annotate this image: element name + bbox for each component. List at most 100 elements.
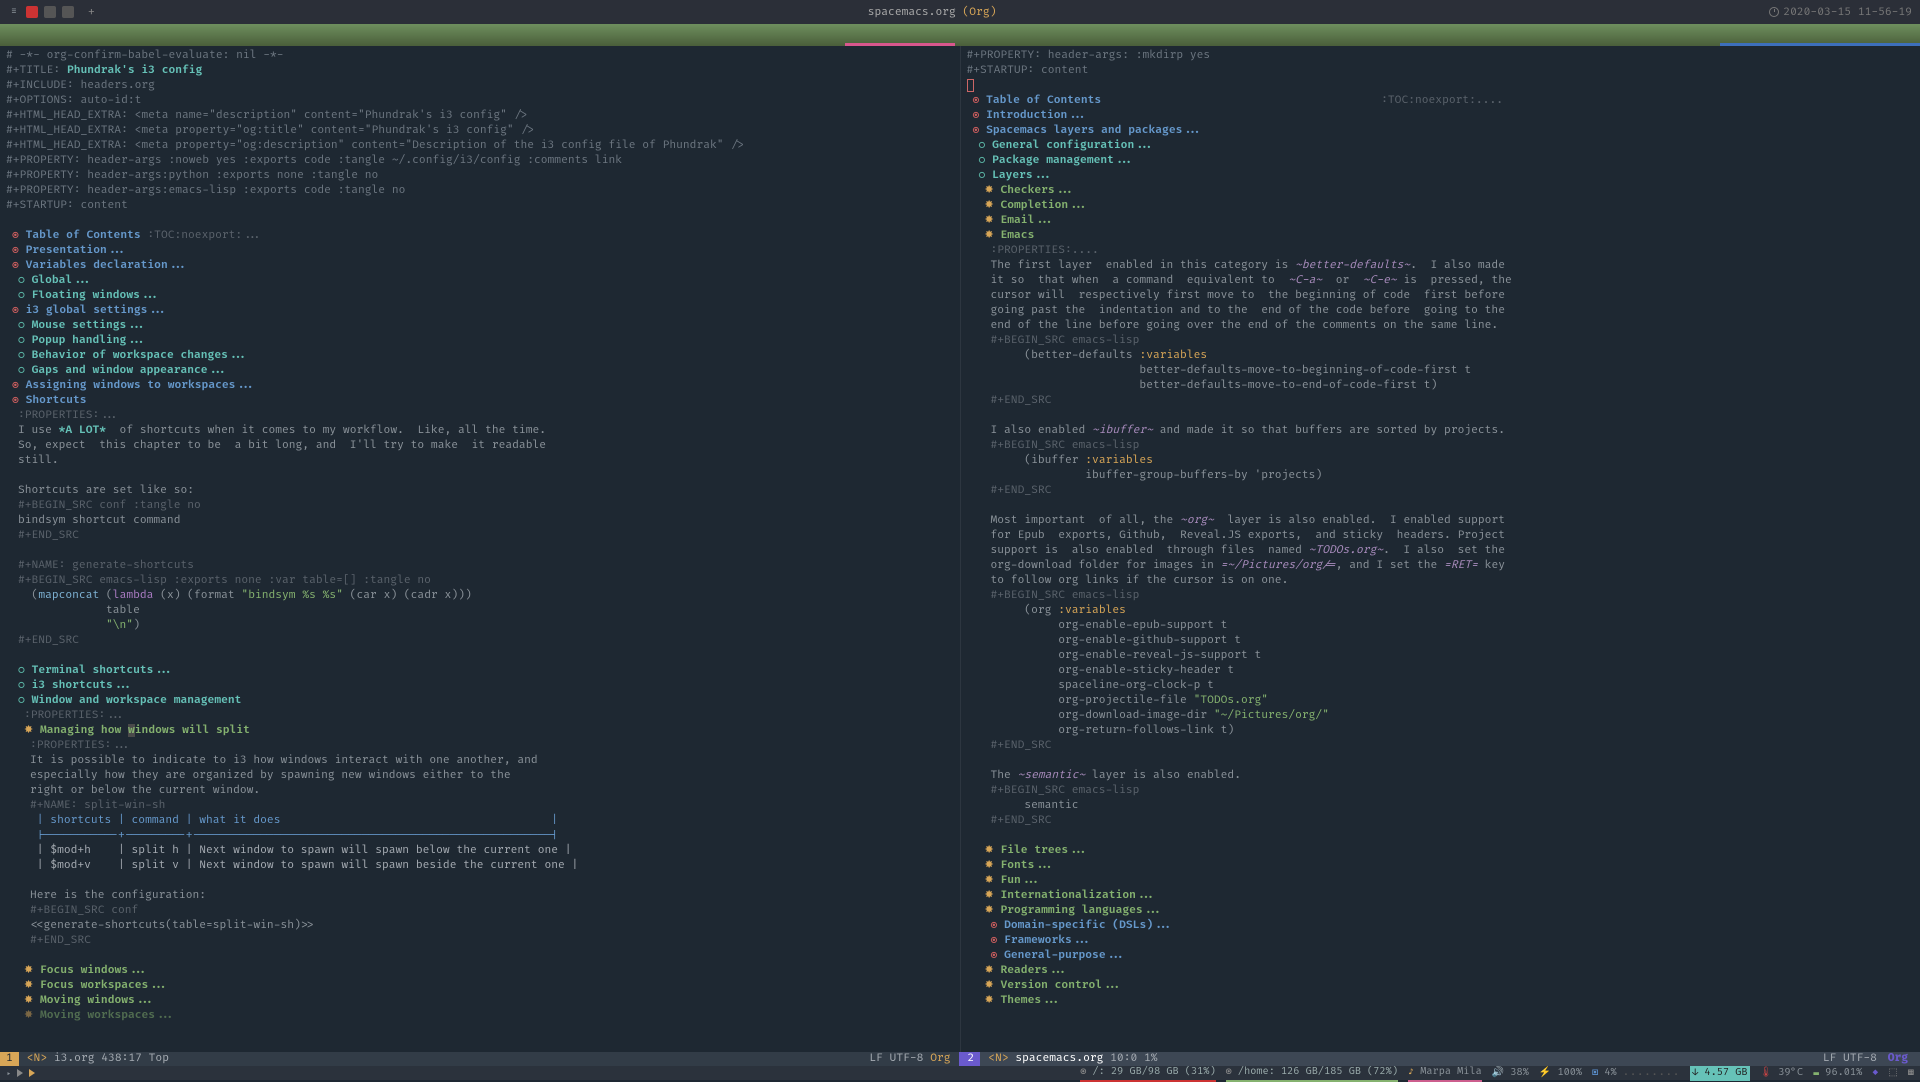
text: support is also enabled through files na… [991, 544, 1309, 557]
heading[interactable]: General configuration... [992, 139, 1154, 152]
heading[interactable]: Mouse settings... [32, 319, 147, 332]
heading-toc[interactable]: Table of Contents [26, 229, 141, 242]
heading[interactable]: Terminal shortcuts... [32, 664, 174, 677]
heading[interactable]: Version control... [1001, 979, 1123, 992]
text: So, expect this chapter to be a bit long… [18, 438, 954, 453]
tray-icon[interactable]: ⬚ [1888, 1066, 1897, 1081]
play-icon[interactable] [17, 1069, 23, 1077]
heading[interactable]: Checkers... [1001, 184, 1075, 197]
bullet-icon: ○ [18, 274, 25, 287]
string: "~/Pictures/org/" [1214, 709, 1329, 722]
new-tab-icon[interactable]: + [88, 5, 95, 20]
heading[interactable]: Fonts... [1001, 859, 1055, 872]
text: I also enabled [991, 424, 1093, 437]
heading[interactable]: Frameworks... [1004, 934, 1092, 947]
heading[interactable]: Presentation... [26, 244, 128, 257]
heading[interactable]: Email... [1001, 214, 1055, 227]
properties-drawer[interactable]: :PROPERTIES:.... [991, 244, 1099, 257]
text: cursor will respectively first move to t… [991, 288, 1915, 303]
tray-icon[interactable]: ◆ [1872, 1066, 1878, 1081]
properties-drawer[interactable]: :PROPERTIES:... [30, 739, 132, 752]
bullet-icon: ✸ [985, 859, 994, 872]
heading[interactable]: Themes... [1001, 994, 1062, 1007]
heading[interactable]: Package management... [992, 154, 1134, 167]
heading[interactable]: Fun... [1001, 874, 1042, 887]
heading[interactable]: Introduction... [986, 109, 1088, 122]
text: . I also made [1410, 259, 1505, 272]
heading[interactable]: Layers... [992, 169, 1053, 182]
heading[interactable]: Moving workspaces... [40, 1009, 175, 1022]
heading[interactable]: Programming languages... [1001, 904, 1163, 917]
bullet-icon: ✸ [985, 994, 994, 1007]
banner-image [0, 24, 1920, 46]
heading[interactable]: Floating windows... [32, 289, 161, 302]
heading[interactable]: File trees... [1001, 844, 1089, 857]
text: Most important of all, the [991, 514, 1181, 527]
keyword: :variables [1085, 454, 1153, 467]
heading[interactable]: Window and workspace management [32, 694, 242, 707]
heading[interactable]: Global... [32, 274, 93, 287]
disk-root: ◉ /: 29 GB/98 GB (31%) [1080, 1065, 1215, 1082]
heading[interactable]: Focus windows... [40, 964, 148, 977]
heading[interactable]: Emacs [1001, 229, 1035, 242]
text: , and I set the [1336, 559, 1444, 572]
verbatim: ~C-a~ [1288, 274, 1322, 287]
heading[interactable]: Moving windows... [40, 994, 155, 1007]
menu-icon[interactable]: ≡ [8, 6, 20, 18]
text: going past the indentation and to the en… [991, 303, 1915, 318]
code: semantic [991, 798, 1915, 813]
heading[interactable]: General-purpose... [1004, 949, 1126, 962]
heading[interactable]: Popup handling... [32, 334, 147, 347]
string: "TODOs.org" [1194, 694, 1268, 707]
left-pane[interactable]: # -*- org-confirm-babel-evaluate: nil -*… [0, 46, 961, 1052]
status-bar: ▸ ◉ /: 29 GB/98 GB (31%) ◉ /home: 126 GB… [0, 1066, 1920, 1080]
heading[interactable]: i3 shortcuts... [32, 679, 134, 692]
bullet-icon: ◉ [12, 379, 19, 392]
heading[interactable]: Managing how [40, 724, 128, 737]
heading[interactable]: Focus workspaces... [40, 979, 169, 992]
window-number: 2 [962, 1052, 981, 1066]
heading[interactable]: Gaps and window appearance... [32, 364, 228, 377]
code: org-return-follows-link t) [991, 723, 1915, 738]
heading[interactable]: Behavior of workspace changes... [32, 349, 249, 362]
heading[interactable]: Completion... [1001, 199, 1089, 212]
tile-button[interactable] [62, 6, 74, 18]
ws [18, 619, 106, 632]
cursor-icon [967, 79, 974, 92]
close-button[interactable] [26, 6, 38, 18]
tray-icon[interactable]: ▦ [1908, 1066, 1914, 1081]
src-end: #+END_SRC [991, 393, 1915, 408]
heading[interactable]: Assigning windows to workspaces... [26, 379, 256, 392]
heading[interactable]: Spacemacs layers and packages... [986, 124, 1203, 137]
play-icon[interactable] [29, 1069, 35, 1077]
evil-state: <N> spacemacs.org 10:0 1% [980, 1052, 1165, 1066]
heading[interactable]: Internationalization... [1001, 889, 1157, 902]
title-bar: ≡ + spacemacs.org (Org) 2020-03-15 11-56… [0, 0, 1920, 24]
modeline-right: 2 <N> spacemacs.org 10:0 1% LF UTF-8 Org [959, 1052, 1920, 1066]
keyword: :variables [1058, 604, 1126, 617]
heading[interactable]: i3 global settings... [26, 304, 168, 317]
bullet-icon: ○ [18, 319, 25, 332]
string: "\n" [106, 619, 133, 632]
verbatim: ~org~ [1180, 514, 1214, 527]
heading[interactable]: Domain-specific (DSLs)... [1004, 919, 1173, 932]
heading[interactable]: Shortcuts [26, 394, 87, 407]
text: or [1322, 274, 1363, 287]
code: org-enable-epub-support t [991, 618, 1915, 633]
heading-toc[interactable]: Table of Contents [986, 94, 1101, 107]
heading[interactable]: Variables declaration... [26, 259, 188, 272]
bullet-icon: ◉ [973, 124, 980, 137]
text: right or below the current window. [30, 783, 954, 798]
text: The first layer enabled in this category… [991, 259, 1296, 272]
workspace-indicators[interactable]: ▸ [6, 1066, 35, 1081]
src-begin: #+BEGIN_SRC emacs-lisp :exports none :va… [18, 573, 954, 588]
maximize-button[interactable] [44, 6, 56, 18]
properties-drawer[interactable]: :PROPERTIES:... [18, 409, 120, 422]
right-pane[interactable]: #+PROPERTY: header-args: :mkdirp yes #+S… [961, 46, 1920, 1052]
heading[interactable]: Readers... [1001, 964, 1069, 977]
properties-drawer[interactable]: :PROPERTIES:... [24, 709, 126, 722]
workspace-icon[interactable]: ▸ [6, 1066, 11, 1081]
property: #+PROPERTY: header-args: :mkdirp yes [967, 48, 1915, 63]
window-controls: ≡ + [8, 5, 95, 20]
heading[interactable]: indows will split [135, 724, 250, 737]
